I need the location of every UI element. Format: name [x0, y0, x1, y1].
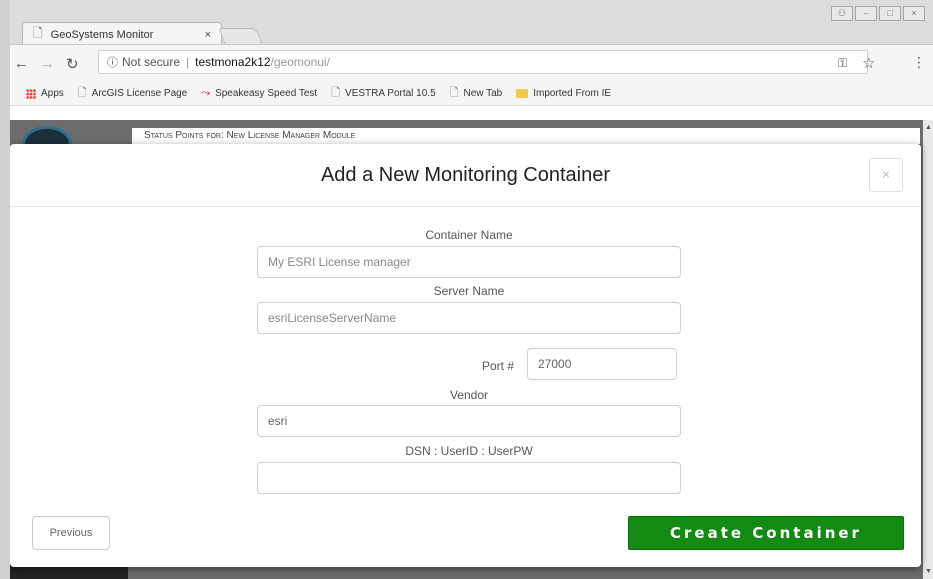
- browser-tab[interactable]: 🗋 GeoSystems Monitor ×: [22, 22, 222, 46]
- previous-button[interactable]: Previous: [32, 516, 110, 550]
- menu-icon[interactable]: ⋮: [912, 54, 926, 71]
- bookmarks-bar: Apps 🗋 ArcGIS License Page ⤳ Speakeasy S…: [0, 82, 933, 106]
- bookmark-vestra-portal[interactable]: 🗋 VESTRA Portal 10.5: [331, 84, 435, 103]
- doc-icon: 🗋: [331, 87, 341, 99]
- page-scrollbar[interactable]: ▲ ▼: [923, 120, 933, 579]
- container-name-label: Container Name: [425, 228, 513, 242]
- window-controls: ⚇ – □ ×: [831, 6, 925, 21]
- window-left-edge: [0, 0, 10, 579]
- doc-icon: 🗋: [77, 87, 87, 99]
- address-separator: |: [186, 55, 190, 69]
- back-icon[interactable]: ←: [14, 55, 29, 72]
- maximize-icon[interactable]: □: [879, 6, 901, 21]
- user-icon[interactable]: ⚇: [831, 6, 853, 21]
- doc-icon: 🗋: [449, 87, 459, 99]
- bookmark-imported-from-ie[interactable]: Imported From IE: [516, 88, 611, 99]
- tab-title: GeoSystems Monitor: [50, 28, 154, 41]
- address-bar[interactable]: ⓘ Not secure | testmona2k12 /geomonui/: [98, 50, 868, 74]
- speed-icon: ⤳: [201, 87, 211, 99]
- modal-close-button[interactable]: ×: [869, 158, 903, 192]
- key-icon[interactable]: ⚿: [838, 56, 847, 71]
- close-window-icon[interactable]: ×: [903, 6, 925, 21]
- bookmark-arcgis-license-page[interactable]: 🗋 ArcGIS License Page: [78, 84, 187, 103]
- bookmark-apps[interactable]: Apps: [26, 88, 64, 99]
- modal-title: Add a New Monitoring Container: [320, 164, 611, 186]
- reload-icon[interactable]: ↻: [66, 55, 79, 73]
- port-input[interactable]: [527, 348, 677, 380]
- dsn-label: DSN : UserID : UserPW: [405, 444, 533, 458]
- url-host: testmona2k12: [195, 55, 271, 69]
- create-container-button[interactable]: Create Container: [628, 516, 904, 550]
- port-label: Port #: [481, 359, 514, 373]
- minimize-icon[interactable]: –: [855, 6, 877, 21]
- doc-icon: 🗋: [33, 26, 43, 40]
- dsn-input[interactable]: [257, 462, 681, 494]
- info-icon[interactable]: ⓘ: [107, 54, 118, 70]
- scroll-up-icon[interactable]: ▲: [925, 124, 932, 131]
- bookmark-speakeasy-speed-test[interactable]: ⤳ Speakeasy Speed Test: [201, 87, 317, 100]
- server-name-input[interactable]: [257, 302, 681, 334]
- vendor-label: Vendor: [449, 388, 489, 402]
- apps-grid-icon: [26, 88, 36, 99]
- status-header: Status Points for: New License Manager M…: [132, 128, 920, 144]
- folder-icon: [516, 89, 529, 98]
- add-container-modal: Add a New Monitoring Container × Contain…: [10, 144, 921, 567]
- forward-icon[interactable]: →: [40, 55, 55, 72]
- modal-header: Add a New Monitoring Container ×: [10, 144, 921, 207]
- url-path: /geomonui/: [270, 55, 330, 69]
- tab-close-icon[interactable]: ×: [205, 29, 211, 41]
- bookmark-new-tab[interactable]: 🗋 New Tab: [450, 84, 503, 103]
- bookmark-star-icon[interactable]: ☆: [862, 54, 875, 72]
- vendor-input[interactable]: [257, 405, 681, 437]
- browser-titlebar: 🗋 GeoSystems Monitor × ⚇ – □ ×: [0, 0, 933, 47]
- server-name-label: Server Name: [433, 284, 505, 298]
- browser-toolbar: ← → ↻ ⓘ Not secure | testmona2k12 /geomo…: [0, 44, 933, 83]
- container-name-input[interactable]: [257, 246, 681, 278]
- scroll-down-icon[interactable]: ▼: [925, 568, 932, 575]
- security-label: Not secure: [122, 55, 181, 69]
